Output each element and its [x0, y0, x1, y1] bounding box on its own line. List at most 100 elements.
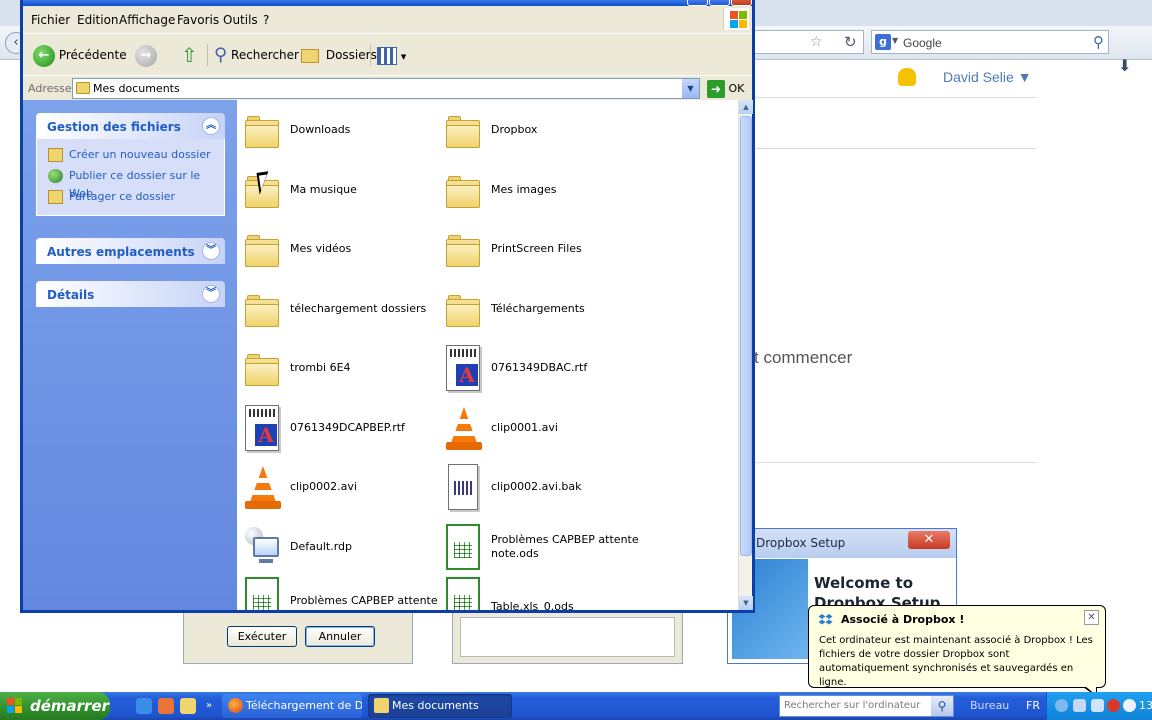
- chevron-down-icon[interactable]: ▼: [401, 53, 406, 61]
- browser-search-placeholder: Google: [903, 36, 942, 50]
- file-tasks-title: Gestion des fichiers: [47, 120, 181, 134]
- file-tasks-header[interactable]: Gestion des fichiers ︽: [36, 113, 225, 139]
- file-item[interactable]: Table.xls_0.ods: [438, 576, 638, 610]
- menu-outils[interactable]: Outils: [223, 13, 258, 27]
- file-item[interactable]: PrintScreen Files: [438, 225, 638, 273]
- file-item[interactable]: trombi 6E4: [237, 344, 437, 392]
- file-item[interactable]: clip0001.avi: [438, 404, 638, 452]
- balloon-message: Cet ordinateur est maintenant associé à …: [819, 635, 1093, 688]
- file-item[interactable]: Mes images: [438, 166, 638, 214]
- reload-icon[interactable]: ↻: [844, 33, 857, 51]
- views-icon: [377, 46, 397, 65]
- address-field[interactable]: Mes documents ▼: [72, 78, 700, 99]
- file-item[interactable]: Default.rdp: [237, 523, 437, 571]
- other-places-panel: Autres emplacements ︾: [36, 238, 225, 264]
- menu-fichier[interactable]: Fichier: [31, 13, 70, 27]
- other-places-title: Autres emplacements: [47, 245, 195, 259]
- file-item[interactable]: A 0761349DCAPBEP.rtf: [237, 404, 437, 452]
- file-item[interactable]: Problèmes CAPBEP attente note.ods: [438, 523, 639, 571]
- security-shield-icon[interactable]: [1107, 699, 1120, 712]
- task-publish-web[interactable]: Publier ce dossier sur le Web: [37, 167, 224, 200]
- browser-url-bar[interactable]: ☆ ↻: [752, 30, 864, 54]
- address-dropdown-icon[interactable]: ▼: [682, 79, 699, 98]
- file-item[interactable]: Problèmes CAPBEP attente: [237, 576, 438, 610]
- internet-explorer-icon[interactable]: [136, 698, 152, 714]
- vlc-cone-icon: [446, 407, 482, 451]
- network-icon[interactable]: [1073, 699, 1086, 712]
- folders-button[interactable]: Dossiers: [301, 42, 377, 68]
- search-icon[interactable]: ⚲: [931, 696, 953, 716]
- start-button[interactable]: démarrer: [0, 692, 110, 720]
- folder-up-icon[interactable]: ⇧: [181, 42, 198, 68]
- scroll-thumb[interactable]: [740, 116, 752, 556]
- folder-icon: [446, 293, 480, 327]
- forward-button[interactable]: →: [135, 42, 157, 68]
- dialog-content-area: [460, 617, 675, 657]
- menu-edition[interactable]: Edition: [77, 13, 119, 27]
- explorer-window: Fichier Edition Affichage Favoris Outils…: [20, 0, 755, 613]
- file-item[interactable]: clip0002.avi: [237, 463, 437, 511]
- file-item[interactable]: Mes vidéos: [237, 225, 437, 273]
- run-dialog: Exécuter Annuler: [183, 612, 413, 664]
- clock[interactable]: 13: [1139, 699, 1152, 712]
- divider: [755, 462, 1037, 463]
- folder-icon: [374, 698, 389, 713]
- cancel-button[interactable]: Annuler: [305, 626, 375, 647]
- background-dialog: [452, 612, 683, 664]
- desktop-toolbar-label[interactable]: Bureau: [970, 699, 1009, 712]
- download-icon[interactable]: ⬇: [1118, 56, 1131, 75]
- user-menu[interactable]: David Selie ▼: [943, 69, 1032, 85]
- balloon-title: Associé à Dropbox !: [841, 613, 965, 626]
- search-icon[interactable]: ⚲: [1093, 33, 1104, 51]
- file-name: PrintScreen Files: [491, 242, 582, 255]
- menu-favoris[interactable]: Favoris: [177, 13, 219, 27]
- task-new-folder[interactable]: Créer un nouveau dossier: [37, 146, 224, 167]
- scroll-up-icon[interactable]: ▲: [739, 100, 753, 114]
- dropbox-notification-balloon[interactable]: Associé à Dropbox ! ✕ Cet ordinateur est…: [808, 605, 1106, 697]
- language-indicator[interactable]: FR: [1026, 699, 1040, 712]
- firefox-icon[interactable]: [158, 698, 174, 714]
- file-item[interactable]: clip0002.avi.bak: [438, 463, 638, 511]
- file-item[interactable]: Dropbox: [438, 106, 638, 154]
- close-icon[interactable]: ✕: [908, 531, 950, 549]
- file-item[interactable]: télechargement dossiers: [237, 285, 437, 333]
- chevron-up-icon[interactable]: ︽: [202, 117, 220, 135]
- file-item[interactable]: Téléchargements: [438, 285, 638, 333]
- chevron-right-icon[interactable]: »: [201, 698, 217, 714]
- vertical-scrollbar[interactable]: ▲ ▼: [738, 100, 753, 610]
- folders-icon: [301, 48, 319, 63]
- close-icon[interactable]: ✕: [1084, 610, 1099, 625]
- bookmark-star-icon[interactable]: ☆: [810, 34, 823, 50]
- taskbar-item-browser[interactable]: Téléchargement de D...: [222, 694, 362, 718]
- volume-icon[interactable]: [1123, 699, 1136, 712]
- browser-search-box[interactable]: g ▼ Google ⚲: [871, 30, 1109, 54]
- quicklaunch-icon[interactable]: [180, 698, 196, 714]
- task-pane: Gestion des fichiers ︽ Créer un nouveau …: [23, 100, 237, 610]
- details-panel: Détails ︾: [36, 281, 225, 307]
- go-button[interactable]: ➜ OK: [707, 79, 749, 99]
- scroll-down-icon[interactable]: ▼: [739, 596, 753, 610]
- back-button[interactable]: ← Précédente ▼: [33, 42, 143, 68]
- details-header[interactable]: Détails ︾: [36, 281, 225, 307]
- taskbar-item-explorer[interactable]: Mes documents: [368, 694, 512, 718]
- taskbar-search-placeholder: Rechercher sur l'ordinateur: [784, 700, 921, 711]
- taskbar-search-box[interactable]: Rechercher sur l'ordinateur ⚲: [779, 695, 954, 717]
- menu-help[interactable]: ?: [263, 13, 269, 27]
- file-item[interactable]: Downloads: [237, 106, 437, 154]
- dropbox-setup-titlebar[interactable]: Dropbox Setup ✕: [728, 529, 956, 558]
- other-places-header[interactable]: Autres emplacements ︾: [36, 238, 225, 264]
- task-share-folder[interactable]: Partager ce dossier: [37, 188, 224, 209]
- chevron-down-icon[interactable]: ︾: [202, 285, 220, 303]
- dropbox-tray-icon[interactable]: [1091, 699, 1104, 712]
- folder-icon: [245, 352, 279, 386]
- notification-bell-icon[interactable]: [898, 68, 916, 86]
- search-button[interactable]: ⚲ Rechercher: [214, 42, 299, 68]
- menu-affichage[interactable]: Affichage: [119, 13, 175, 27]
- file-item[interactable]: A 0761349DBAC.rtf: [438, 344, 638, 392]
- views-button[interactable]: ▼: [377, 42, 406, 68]
- search-engine-dropdown-icon[interactable]: ▼: [892, 36, 898, 45]
- tray-arrow-icon[interactable]: [1055, 699, 1068, 712]
- chevron-down-icon[interactable]: ︾: [202, 242, 220, 260]
- execute-button[interactable]: Exécuter: [227, 626, 297, 647]
- remote-desktop-icon: [245, 527, 283, 569]
